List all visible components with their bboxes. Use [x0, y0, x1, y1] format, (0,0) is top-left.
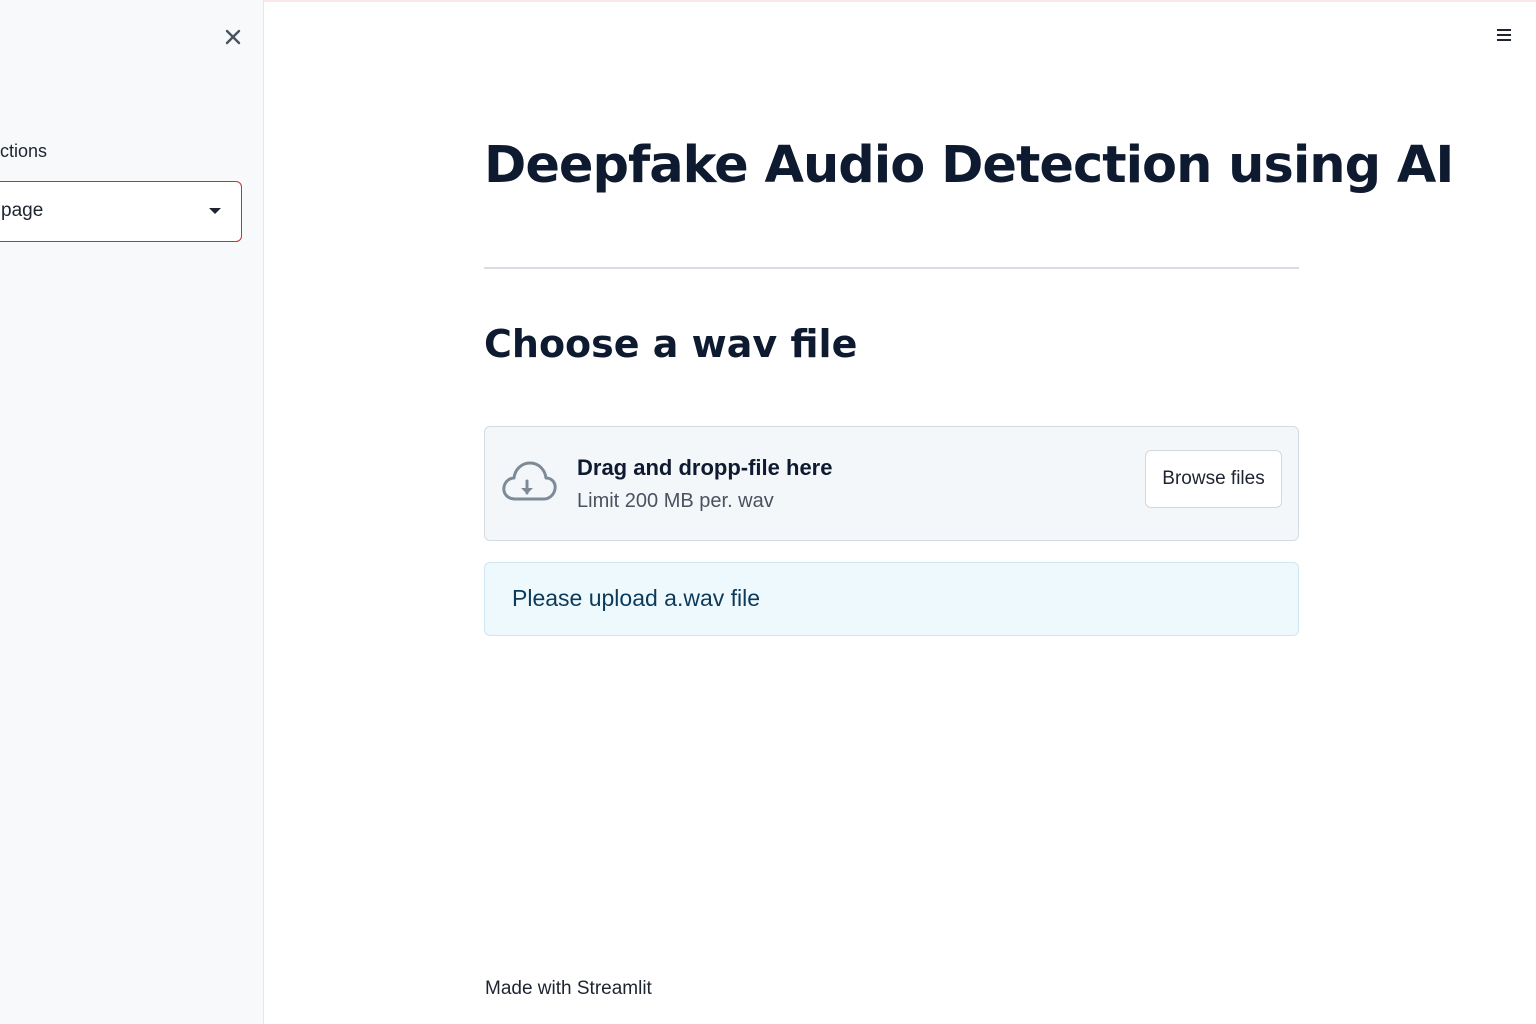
dropzone-limit-text: Limit 200 MB per. wav — [577, 490, 774, 512]
main-menu-button[interactable] — [1494, 26, 1514, 48]
chevron-down-icon — [209, 208, 221, 214]
sidebar-close-button[interactable] — [220, 26, 246, 52]
page-select[interactable]: page — [0, 181, 242, 242]
info-alert-text: Please upload a.wav file — [512, 585, 761, 611]
dropzone-title: Drag and dropp-file here — [577, 455, 833, 480]
hamburger-icon — [1494, 29, 1514, 41]
info-alert: Please upload a.wav file — [484, 562, 1299, 636]
footer-made-with-streamlit[interactable]: Made with Streamlit — [485, 978, 652, 1000]
sidebar: ctions page — [0, 0, 264, 1024]
divider — [484, 267, 1299, 269]
file-uploader-dropzone[interactable]: Drag and dropp-file here Limit 200 MB pe… — [484, 426, 1299, 541]
cloud-download-icon — [501, 459, 557, 505]
close-icon — [224, 28, 242, 51]
browse-files-button[interactable]: Browse files — [1145, 450, 1282, 508]
section-title: Choose a wav file — [484, 322, 858, 366]
page-select-value: page — [1, 200, 44, 221]
page-title: Deepfake Audio Detection using AI — [484, 136, 1454, 195]
sidebar-select-label: ctions — [0, 141, 48, 161]
